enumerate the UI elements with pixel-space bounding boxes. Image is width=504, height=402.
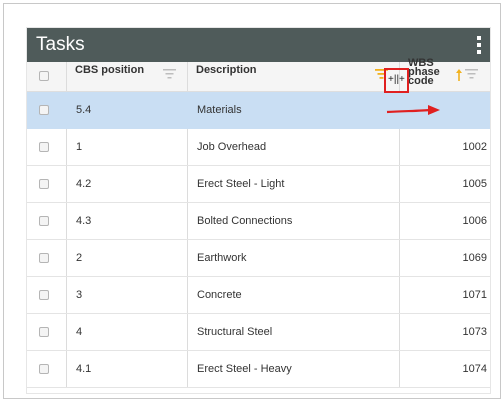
table-row[interactable]: 4.1 Erect Steel - Heavy 1074 xyxy=(27,351,490,388)
table-header: CBS position Description WBS phase code xyxy=(27,58,490,92)
cell-cbs-position: 2 xyxy=(66,240,187,276)
cell-description: Structural Steel xyxy=(187,314,399,350)
panel-title: Tasks xyxy=(36,34,85,55)
row-checkbox[interactable] xyxy=(39,253,49,263)
cell-description: Bolted Connections xyxy=(187,203,399,239)
header-label-wbs: WBS phase code xyxy=(408,58,448,87)
header-cbs-position[interactable]: CBS position xyxy=(66,62,188,91)
cell-cbs-position: 4.3 xyxy=(66,203,187,239)
cell-cbs-position: 4.1 xyxy=(66,351,187,387)
cell-cbs-position: 4 xyxy=(66,314,187,350)
table-row[interactable]: 2 Earthwork 1069 xyxy=(27,240,490,277)
tasks-panel: Tasks CBS position Description WBS phase… xyxy=(27,28,490,393)
header-label-cbs-position: CBS position xyxy=(75,64,145,76)
row-checkbox[interactable] xyxy=(39,105,49,115)
cell-cbs-position: 3 xyxy=(66,277,187,313)
row-checkbox[interactable] xyxy=(39,364,49,374)
table-row[interactable]: 3 Concrete 1071 xyxy=(27,277,490,314)
select-all-checkbox[interactable] xyxy=(39,71,49,81)
table-row[interactable]: 4 Structural Steel 1073 xyxy=(27,314,490,351)
cell-description: Erect Steel - Light xyxy=(187,166,399,202)
row-checkbox[interactable] xyxy=(39,327,49,337)
row-checkbox[interactable] xyxy=(39,290,49,300)
header-wbs-phase-code[interactable]: WBS phase code xyxy=(399,58,490,91)
filter-icon[interactable] xyxy=(375,69,388,79)
cell-wbs-phase-code: 1073 xyxy=(399,314,490,350)
header-label-wbs-line: code xyxy=(408,75,434,87)
cell-description: Erect Steel - Heavy xyxy=(187,351,399,387)
table-row[interactable]: 4.3 Bolted Connections 1006 xyxy=(27,203,490,240)
cell-description: Materials xyxy=(187,92,399,128)
cell-cbs-position: 4.2 xyxy=(66,166,187,202)
cell-description: Earthwork xyxy=(187,240,399,276)
cell-cbs-position: 5.4 xyxy=(66,92,187,128)
cell-wbs-phase-code: 1006 xyxy=(399,203,490,239)
header-description[interactable]: Description xyxy=(187,62,400,91)
row-checkbox[interactable] xyxy=(39,216,49,226)
cell-wbs-phase-code: 1074 xyxy=(399,351,490,387)
row-checkbox[interactable] xyxy=(39,142,49,152)
table-row[interactable]: 4.2 Erect Steel - Light 1005 xyxy=(27,166,490,203)
table-row[interactable]: 1 Job Overhead 1002 xyxy=(27,129,490,166)
filter-icon[interactable] xyxy=(465,69,478,79)
more-vertical-icon[interactable] xyxy=(477,36,481,54)
sort-ascending-icon[interactable] xyxy=(456,69,462,81)
header-label-description: Description xyxy=(196,64,257,76)
cell-wbs-phase-code xyxy=(399,92,490,128)
cell-cbs-position: 1 xyxy=(66,129,187,165)
cell-wbs-phase-code: 1071 xyxy=(399,277,490,313)
cell-wbs-phase-code: 1002 xyxy=(399,129,490,165)
cell-wbs-phase-code: 1005 xyxy=(399,166,490,202)
cell-description: Concrete xyxy=(187,277,399,313)
filter-icon[interactable] xyxy=(163,69,176,79)
row-checkbox[interactable] xyxy=(39,179,49,189)
cell-description: Job Overhead xyxy=(187,129,399,165)
table-row[interactable]: 5.4 Materials xyxy=(27,92,490,129)
cell-wbs-phase-code: 1069 xyxy=(399,240,490,276)
header-select-cell xyxy=(27,62,66,91)
